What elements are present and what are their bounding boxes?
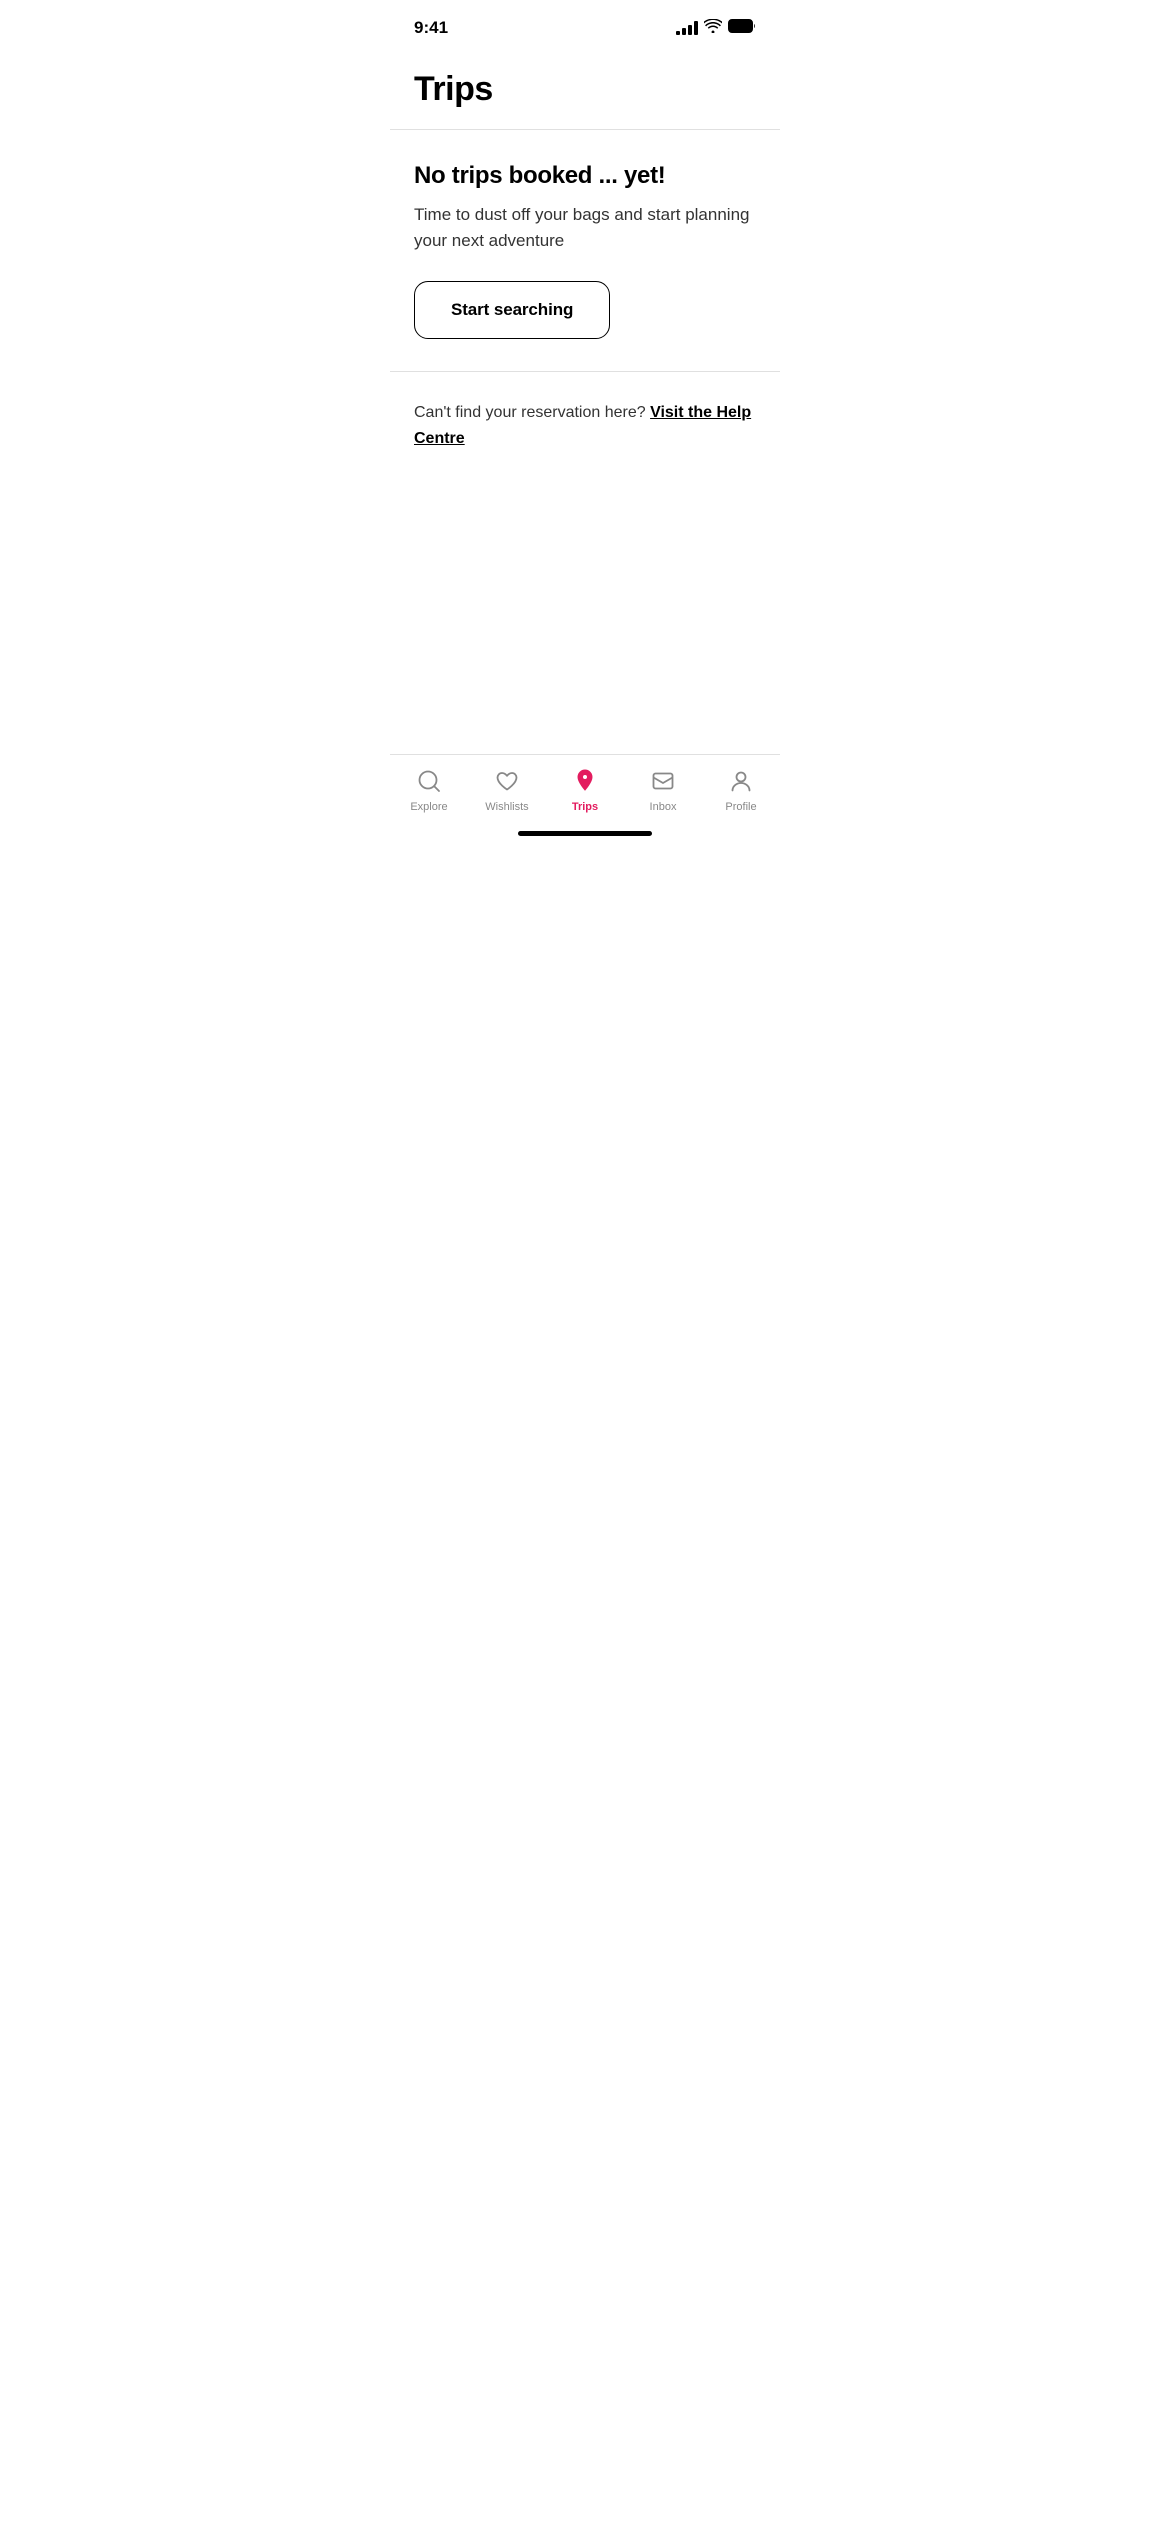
status-time: 9:41 (414, 18, 448, 38)
home-indicator (518, 831, 652, 836)
tab-wishlists[interactable]: Wishlists (468, 767, 546, 813)
tab-profile[interactable]: Profile (702, 767, 780, 813)
trips-icon (571, 767, 599, 795)
tab-explore[interactable]: Explore (390, 767, 468, 813)
tab-trips[interactable]: Trips (546, 767, 624, 813)
tab-inbox-label: Inbox (650, 801, 677, 813)
help-text-prefix: Can't find your reservation here? (414, 404, 646, 421)
tab-trips-label: Trips (572, 801, 598, 813)
tab-inbox[interactable]: Inbox (624, 767, 702, 813)
signal-icon (676, 21, 698, 35)
mid-divider (390, 371, 780, 372)
page-content: Trips No trips booked ... yet! Time to d… (390, 50, 780, 451)
help-text: Can't find your reservation here? Visit … (414, 400, 756, 451)
status-icons (676, 19, 756, 38)
empty-state-description: Time to dust off your bags and start pla… (414, 202, 756, 253)
profile-icon (727, 767, 755, 795)
start-searching-button[interactable]: Start searching (414, 281, 610, 339)
tab-explore-label: Explore (410, 801, 447, 813)
wishlists-icon (493, 767, 521, 795)
wifi-icon (704, 19, 722, 38)
battery-icon (728, 19, 756, 38)
status-bar: 9:41 (390, 0, 780, 50)
tab-wishlists-label: Wishlists (485, 801, 528, 813)
empty-state-heading: No trips booked ... yet! (414, 162, 756, 190)
empty-state: No trips booked ... yet! Time to dust of… (414, 130, 756, 339)
tab-profile-label: Profile (725, 801, 756, 813)
explore-icon (415, 767, 443, 795)
inbox-icon (649, 767, 677, 795)
page-title: Trips (414, 70, 756, 109)
